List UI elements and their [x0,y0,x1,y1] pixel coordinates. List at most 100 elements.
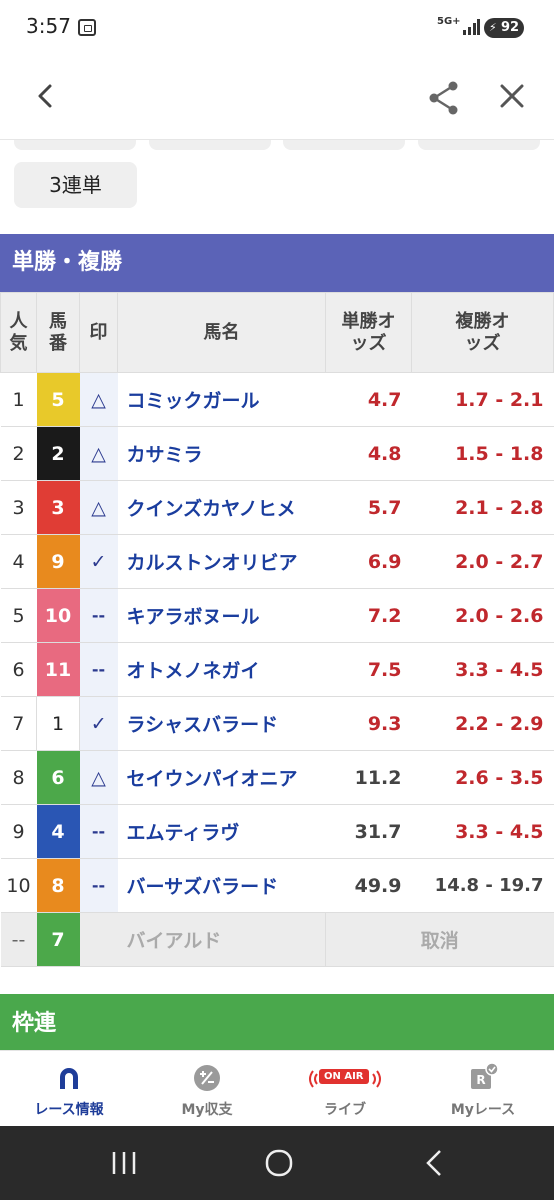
horse-name-link[interactable]: カサミラ [117,426,326,481]
horse-name-link[interactable]: オトメノネガイ [117,642,326,697]
prediction-mark[interactable]: △ [79,426,118,481]
popularity-rank: 6 [0,642,37,697]
horse-name-link[interactable]: エムティラヴ [117,804,326,859]
app-bar [0,56,554,140]
popularity-rank: 10 [0,858,37,913]
win-odds: 31.7 [325,804,412,859]
column-header-label: 複勝オッズ [455,310,510,354]
prediction-mark[interactable]: △ [79,480,118,535]
status-time: 3:57 [26,14,71,38]
bet-type-chips-row [0,140,554,152]
place-odds: 1.5 - 1.8 [411,426,554,481]
table-row[interactable]: 10 8 -- バーサズバラード 49.9 14.8 - 19.7 [0,858,554,913]
nav-label: Myレース [450,1102,516,1118]
nav-race-info[interactable]: レース情報 [0,1051,138,1127]
horse-name-link[interactable]: クインズカヤノヒメ [117,480,326,535]
bet-type-chip[interactable] [283,140,405,150]
table-row[interactable]: 9 4 -- エムティラヴ 31.7 3.3 - 4.5 [0,804,554,859]
nav-live[interactable]: ON AIR ライブ [276,1051,414,1127]
column-header-number: 馬番 [36,292,80,373]
bet-type-chip[interactable] [418,140,540,150]
table-row[interactable]: 4 9 ✓ カルストンオリビア 6.9 2.0 - 2.7 [0,534,554,589]
horse-name-link[interactable]: カルストンオリビア [117,534,326,589]
scratched-status: 取消 [325,912,554,967]
column-header-rank: 人気 [0,292,37,373]
bet-type-chip[interactable] [14,140,136,150]
network-indicator: 5G+ [437,16,461,27]
popularity-rank: 3 [0,480,37,535]
status-bar: 3:57 5G+ 92 [0,0,554,56]
horse-name-link[interactable]: バーサズバラード [117,858,326,913]
table-row[interactable]: 8 6 △ セイウンパイオニア 11.2 2.6 - 3.5 [0,750,554,805]
bet-type-sanrentan-button[interactable]: 3連単 [14,162,137,208]
horse-name-link[interactable]: コミックガール [117,372,326,427]
nav-label: My収支 [181,1102,233,1118]
horse-name-link[interactable]: ラシャスバラード [117,696,326,751]
popularity-rank: 4 [0,534,37,589]
win-odds: 5.7 [325,480,412,535]
prediction-mark[interactable]: -- [79,858,118,913]
column-header-name: 馬名 [117,292,326,373]
prediction-mark[interactable]: △ [79,750,118,805]
horse-number-badge: 7 [36,912,80,967]
place-odds: 2.2 - 2.9 [411,696,554,751]
horse-number-badge: 5 [36,372,80,427]
on-air-badge: ON AIR [319,1069,369,1084]
bet-type-chip[interactable] [149,140,271,150]
prediction-mark[interactable]: △ [79,372,118,427]
win-odds: 4.8 [325,426,412,481]
table-row[interactable]: 7 1 ✓ ラシャスバラード 9.3 2.2 - 2.9 [0,696,554,751]
prediction-mark[interactable]: -- [79,642,118,697]
table-row[interactable]: 5 10 -- キアラボヌール 7.2 2.0 - 2.6 [0,588,554,643]
horseshoe-icon [60,1068,78,1089]
svg-text:R: R [476,1073,485,1087]
horse-name-link[interactable]: セイウンパイオニア [117,750,326,805]
prediction-mark[interactable]: ✓ [79,696,118,751]
bracket-quinella-section-header: 枠連 [0,994,554,1050]
place-odds: 2.1 - 2.8 [411,480,554,535]
horse-name: バイアルド [117,912,326,967]
place-odds: 3.3 - 4.5 [411,642,554,697]
horse-number-badge: 10 [36,588,80,643]
on-air-icon: ON AIR [305,1065,385,1093]
horse-number-badge: 1 [36,696,80,751]
nav-my-race[interactable]: R Myレース [414,1051,552,1127]
prediction-mark-empty [79,912,118,967]
signal-icon [463,19,480,35]
close-icon[interactable] [494,78,530,114]
back-icon[interactable] [28,78,64,114]
table-row[interactable]: 1 5 △ コミックガール 4.7 1.7 - 2.1 [0,372,554,427]
place-odds: 2.0 - 2.7 [411,534,554,589]
win-place-section-header: 単勝・複勝 [0,234,554,292]
nav-my-balance[interactable]: My収支 [138,1051,276,1127]
scratched-row: -- 7 バイアルド 取消 [0,912,554,967]
popularity-rank: 1 [0,372,37,427]
home-icon[interactable] [264,1148,294,1178]
horse-number-badge: 4 [36,804,80,859]
table-row[interactable]: 6 11 -- オトメノネガイ 7.5 3.3 - 4.5 [0,642,554,697]
horse-name-link[interactable]: キアラボヌール [117,588,326,643]
place-odds: 2.0 - 2.6 [411,588,554,643]
horse-number-badge: 8 [36,858,80,913]
prediction-mark[interactable]: ✓ [79,534,118,589]
prediction-mark[interactable]: -- [79,804,118,859]
system-back-icon[interactable] [422,1148,446,1178]
my-race-icon: R [471,1063,499,1089]
battery-indicator: 92 [484,18,524,38]
column-header-label: 単勝オッズ [341,310,396,354]
win-place-odds-table: 人気 馬番 印 馬名 単勝オッズ 複勝オッズ 1 5 △ コミックガール 4.7 1.7 … [0,292,554,967]
horse-number-badge: 6 [36,750,80,805]
popularity-rank: 7 [0,696,37,751]
column-header-label: 人気 [9,310,28,354]
place-odds: 2.6 - 3.5 [411,750,554,805]
recent-apps-icon[interactable] [110,1150,138,1176]
share-icon[interactable] [424,78,464,118]
column-header-win-odds: 単勝オッズ [325,292,412,373]
table-row[interactable]: 3 3 △ クインズカヤノヒメ 5.7 2.1 - 2.8 [0,480,554,535]
win-odds: 7.5 [325,642,412,697]
table-row[interactable]: 2 2 △ カサミラ 4.8 1.5 - 1.8 [0,426,554,481]
nav-label: ライブ [324,1102,366,1118]
prediction-mark[interactable]: -- [79,588,118,643]
place-odds: 1.7 - 2.1 [411,372,554,427]
plus-minus-icon [194,1065,220,1091]
